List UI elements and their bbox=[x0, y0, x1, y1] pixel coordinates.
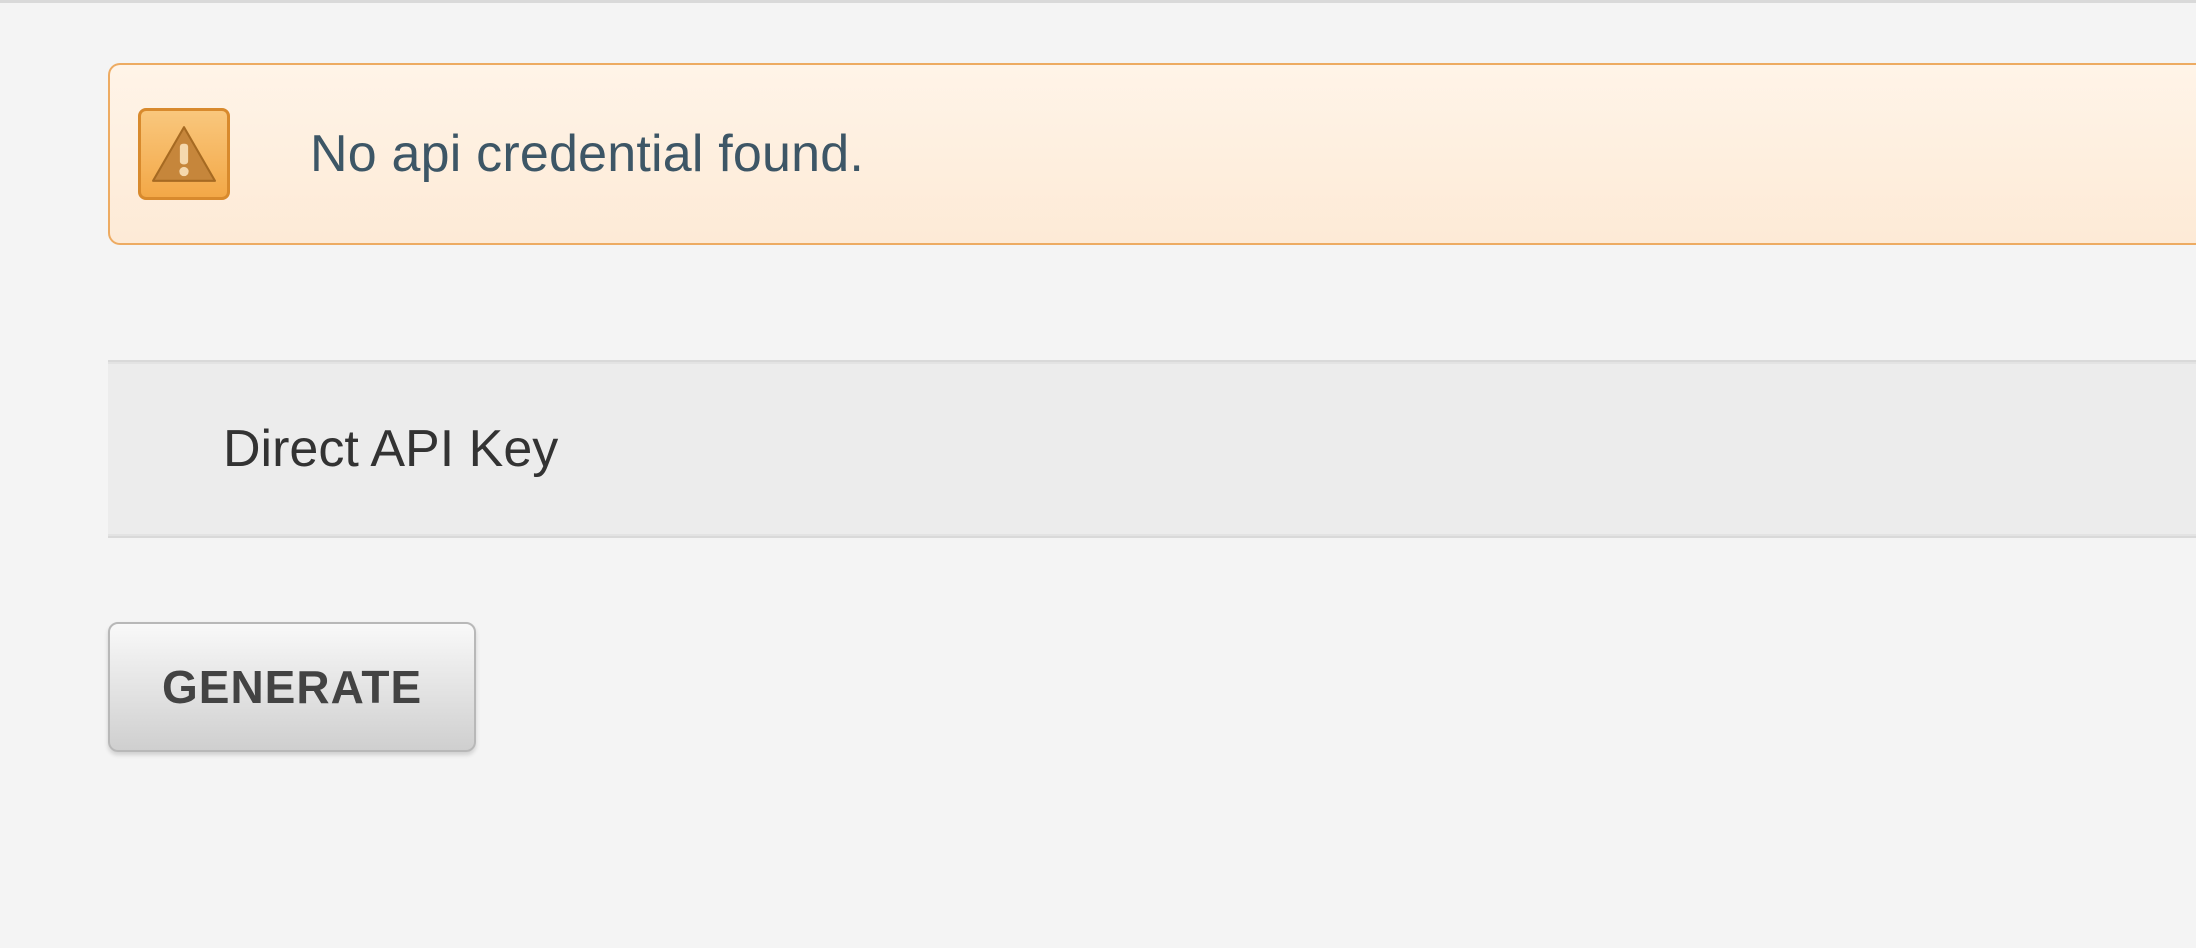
generate-button[interactable]: GENERATE bbox=[108, 622, 476, 752]
page-root: No api credential found. Direct API Key … bbox=[0, 0, 2196, 948]
warning-alert-text: No api credential found. bbox=[310, 124, 864, 184]
warning-icon bbox=[138, 108, 230, 200]
table-header-row: Direct API Key bbox=[108, 362, 2196, 536]
api-key-table: Direct API Key bbox=[108, 360, 2196, 538]
warning-alert: No api credential found. bbox=[108, 63, 2196, 245]
column-header-direct-api-key: Direct API Key bbox=[223, 419, 558, 479]
